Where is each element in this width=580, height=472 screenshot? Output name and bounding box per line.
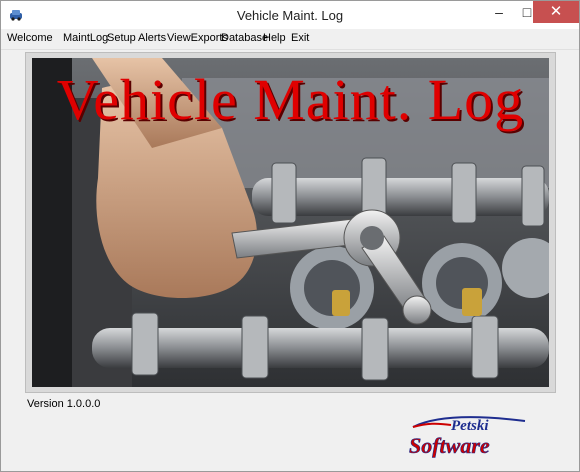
menu-help[interactable]: Help <box>263 32 286 44</box>
menu-bar: Welcome MaintLog Setup Alerts ViewExport… <box>1 29 579 50</box>
petski-software-logo: Petski Software <box>409 416 526 458</box>
menu-welcome[interactable]: Welcome <box>7 32 53 44</box>
engine-photo: Vehicle Maint. Log <box>32 58 549 387</box>
close-button[interactable]: ✕ <box>533 1 579 23</box>
logo-bottom-text: Software <box>409 433 490 458</box>
menu-setup[interactable]: Setup <box>107 32 136 44</box>
logo-top-text: Petski <box>451 418 489 434</box>
menu-viewexports[interactable]: ViewExports <box>167 32 228 44</box>
menu-exit[interactable]: Exit <box>291 32 309 44</box>
splash-image-frame: Vehicle Maint. Log <box>25 52 556 393</box>
menu-maintlog[interactable]: MaintLog <box>63 32 108 44</box>
menu-database[interactable]: Database <box>221 32 268 44</box>
menu-alerts[interactable]: Alerts <box>138 32 166 44</box>
title-bar[interactable]: Vehicle Maint. Log – □ ✕ <box>1 1 579 29</box>
app-banner-title: Vehicle Maint. Log <box>56 67 525 132</box>
minimize-button[interactable]: – <box>485 1 513 23</box>
version-label: Version 1.0.0.0 <box>27 398 101 410</box>
app-window: Vehicle Maint. Log – □ ✕ Welcome MaintLo… <box>0 0 580 472</box>
